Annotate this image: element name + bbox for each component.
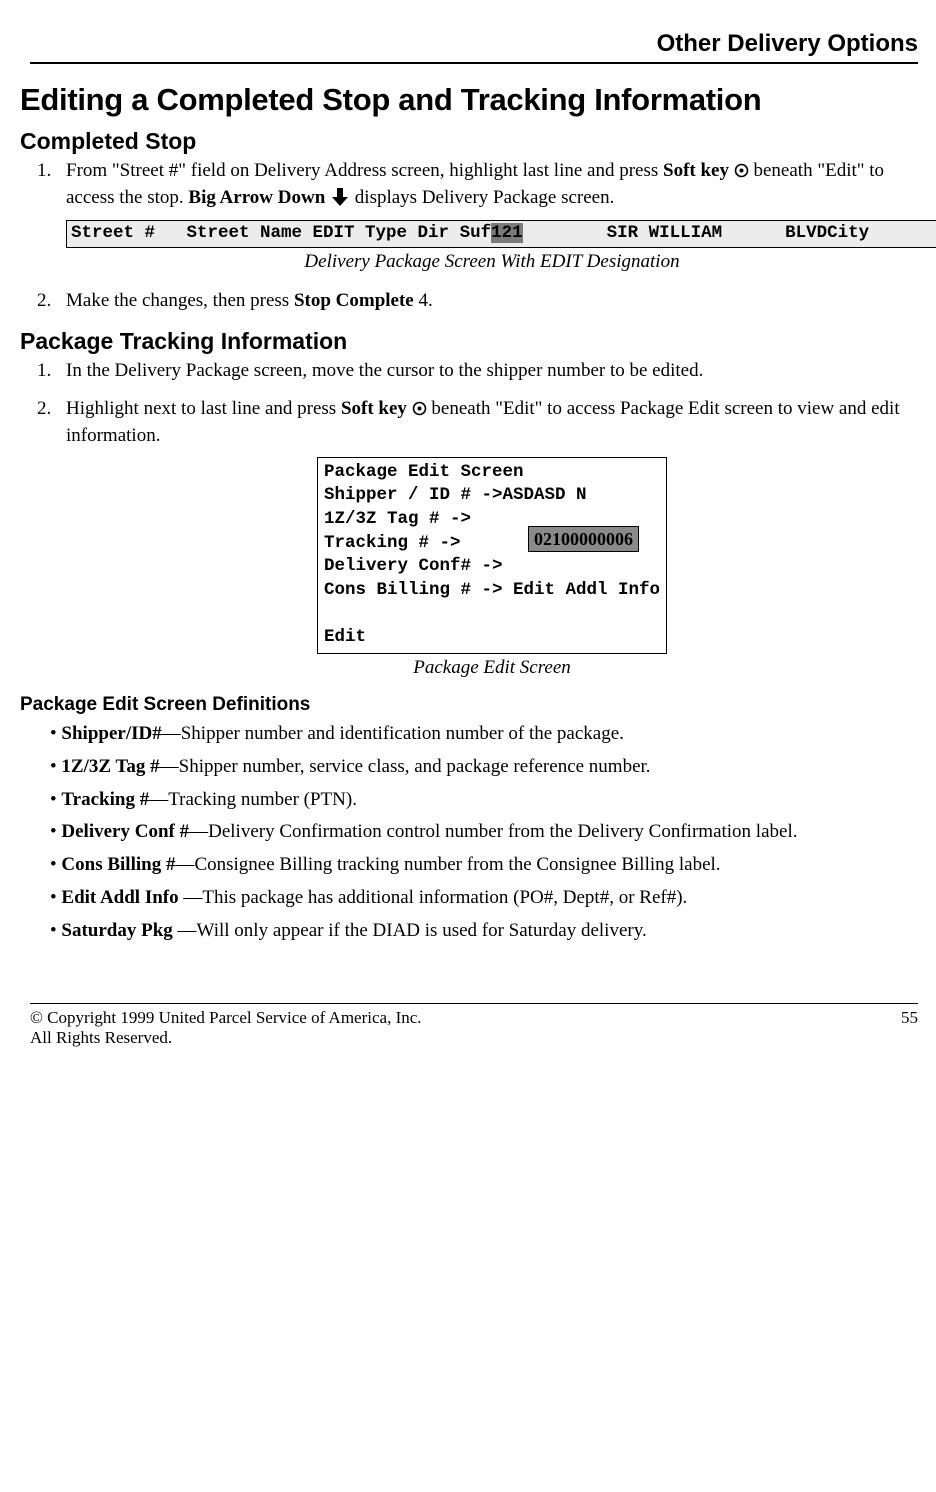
softkey-label: Soft key xyxy=(663,160,729,181)
line xyxy=(324,602,660,626)
def-item: • Edit Addl Info —This package has addit… xyxy=(50,886,918,911)
footer-rule xyxy=(30,1003,918,1004)
def-term: 1Z/3Z Tag # xyxy=(61,756,159,777)
line: Cons Billing # -> Edit Addl Info xyxy=(324,579,660,603)
step-1: From "Street #" field on Delivery Addres… xyxy=(56,159,918,275)
def-term: Delivery Conf # xyxy=(61,821,189,842)
def-item: • Shipper/ID#—Shipper number and identif… xyxy=(50,722,918,747)
screen2-caption: Package Edit Screen xyxy=(66,656,918,681)
def-term: Shipper/ID# xyxy=(61,723,161,744)
text: 4. xyxy=(414,290,433,311)
line: Package Edit Screen xyxy=(324,461,660,485)
def-item: • Delivery Conf #—Delivery Confirmation … xyxy=(50,820,918,845)
footer: © Copyright 1999 United Parcel Service o… xyxy=(30,1008,918,1048)
text: Make the changes, then press xyxy=(66,290,294,311)
def-item: • Tracking #—Tracking number (PTN). xyxy=(50,788,918,813)
screen1-caption: Delivery Package Screen With EDIT Design… xyxy=(66,250,918,275)
section-header: Other Delivery Options xyxy=(30,30,918,58)
softkey-label: Soft key xyxy=(341,398,407,419)
def-term: Tracking # xyxy=(61,789,149,810)
package-edit-screen: Package Edit Screen Shipper / ID # ->ASD… xyxy=(317,457,667,654)
line: Shipper / ID # ->ASDASD N xyxy=(324,484,660,508)
rights: All Rights Reserved. xyxy=(30,1028,422,1048)
big-arrow-down-icon xyxy=(330,187,350,215)
def-term: Saturday Pkg xyxy=(61,920,177,941)
step-2: Highlight next to last line and press So… xyxy=(56,397,918,680)
def-term: Cons Billing # xyxy=(61,854,175,875)
tracking-number-highlight: 02100000006 xyxy=(528,526,639,552)
def-desc: —Tracking number (PTN). xyxy=(149,789,357,810)
line: SIR WILLIAM BLVD xyxy=(523,223,828,243)
line: Street # Street Name EDIT Type Dir Suf xyxy=(71,223,491,243)
step-2: Make the changes, then press Stop Comple… xyxy=(56,289,918,314)
def-desc: —Delivery Confirmation control number fr… xyxy=(189,821,797,842)
def-item: • Saturday Pkg —Will only appear if the … xyxy=(50,919,918,944)
def-item: • Cons Billing #—Consignee Billing track… xyxy=(50,853,918,878)
def-desc: —This package has additional information… xyxy=(183,887,687,908)
line: City PostCode Unit xyxy=(827,223,936,243)
header-rule xyxy=(30,62,918,64)
page-number: 55 xyxy=(901,1008,918,1048)
steps-completed-stop: From "Street #" field on Delivery Addres… xyxy=(30,159,918,314)
def-desc: —Shipper number and identification numbe… xyxy=(162,723,624,744)
steps-package-tracking: In the Delivery Package screen, move the… xyxy=(30,359,918,681)
heading-definitions: Package Edit Screen Definitions xyxy=(20,694,918,716)
text: From "Street #" field on Delivery Addres… xyxy=(66,160,663,181)
footer-left: © Copyright 1999 United Parcel Service o… xyxy=(30,1008,422,1048)
line: Edit xyxy=(324,626,660,650)
stop-complete-label: Stop Complete xyxy=(294,290,414,311)
heading-package-tracking: Package Tracking Information xyxy=(20,328,918,355)
copyright: © Copyright 1999 United Parcel Service o… xyxy=(30,1008,422,1028)
heading-completed-stop: Completed Stop xyxy=(20,128,918,155)
step-1: In the Delivery Package screen, move the… xyxy=(56,359,918,384)
bigarrow-label: Big Arrow Down xyxy=(188,187,325,208)
def-term: Edit Addl Info xyxy=(61,887,183,908)
def-desc: —Will only appear if the DIAD is used fo… xyxy=(178,920,647,941)
page-title: Editing a Completed Stop and Tracking In… xyxy=(20,82,918,118)
text: Highlight next to last line and press xyxy=(66,398,341,419)
delivery-package-screen: Street # Street Name EDIT Type Dir Suf 1… xyxy=(66,220,936,248)
def-item: • 1Z/3Z Tag #—Shipper number, service cl… xyxy=(50,755,918,780)
definitions-list: • Shipper/ID#—Shipper number and identif… xyxy=(50,722,918,943)
def-desc: —Consignee Billing tracking number from … xyxy=(175,854,720,875)
line: Delivery Conf# -> xyxy=(324,555,660,579)
highlighted-street-num: 121 xyxy=(491,223,523,243)
text: displays Delivery Package screen. xyxy=(350,187,614,208)
softkey-icon xyxy=(734,161,749,186)
softkey-icon xyxy=(412,399,427,424)
def-desc: —Shipper number, service class, and pack… xyxy=(160,756,651,777)
